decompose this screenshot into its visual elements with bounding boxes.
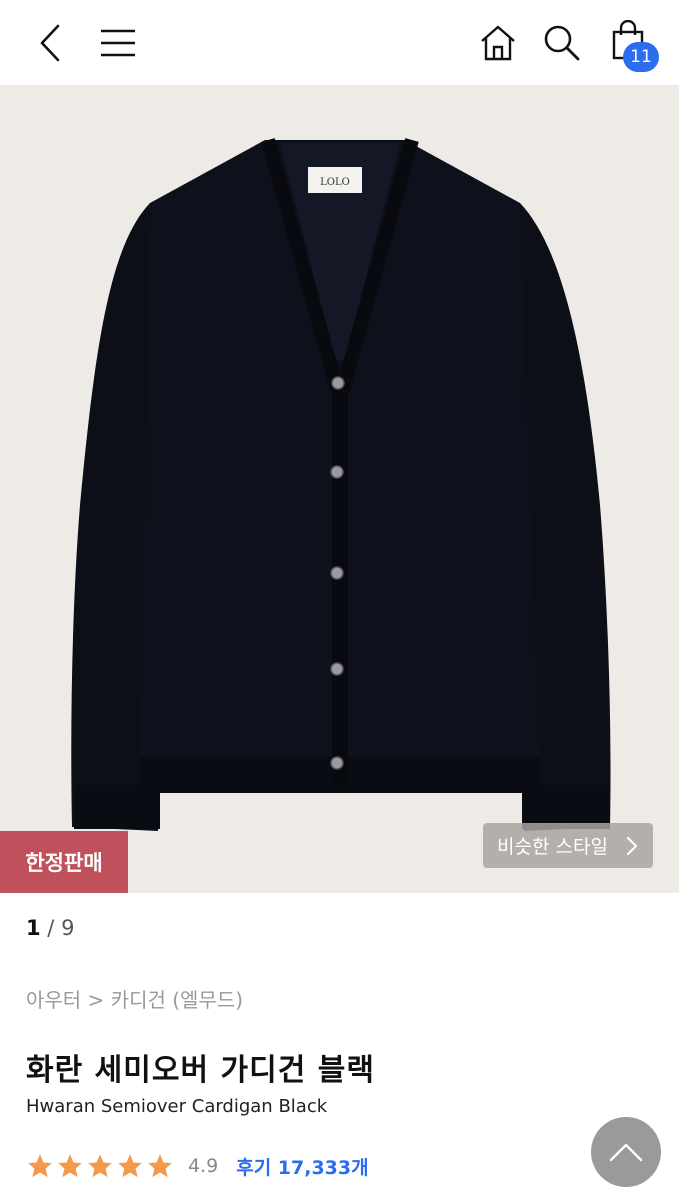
rating-row: 4.9 후기 17,333개 — [26, 1150, 369, 1182]
top-navigation-bar: 11 — [0, 0, 679, 85]
star-rating — [26, 1152, 174, 1180]
pager-current: 1 — [26, 916, 41, 940]
product-subtitle: Hwaran Semiover Cardigan Black — [26, 1096, 328, 1117]
review-count-link[interactable]: 후기 17,333개 — [236, 1153, 368, 1180]
cart-count-badge: 11 — [623, 42, 659, 72]
star-icon — [118, 1154, 142, 1178]
cardigan-button — [330, 465, 344, 479]
back-button[interactable] — [22, 0, 78, 85]
search-button[interactable] — [534, 0, 590, 85]
search-icon — [544, 25, 580, 60]
similar-style-label: 비슷한 스타일 — [497, 836, 608, 858]
rating-value: 4.9 — [188, 1155, 219, 1177]
chevron-up-icon — [609, 1143, 643, 1162]
cardigan-button — [330, 566, 344, 580]
scroll-to-top-button[interactable] — [591, 1117, 661, 1187]
product-image-carousel[interactable]: LOLO — [0, 85, 679, 893]
image-pager: 1 / 9 — [26, 916, 74, 940]
cardigan-button — [331, 376, 345, 390]
category-breadcrumb[interactable]: 아우터 > 카디건 (엘무드) — [26, 984, 243, 1013]
brand-label: LOLO — [320, 177, 350, 188]
pager-separator: / — [40, 916, 62, 940]
menu-button[interactable] — [90, 0, 146, 85]
chevron-left-icon — [40, 24, 60, 61]
cardigan-button — [330, 756, 344, 770]
cardigan-button — [330, 662, 344, 676]
product-title: 화란 세미오버 가디건 블랙 — [26, 1053, 375, 1088]
star-icon — [28, 1154, 52, 1178]
chevron-right-icon — [626, 836, 638, 855]
star-icon — [58, 1154, 82, 1178]
similar-style-button[interactable]: 비슷한 스타일 — [483, 823, 653, 868]
home-button[interactable] — [470, 0, 526, 85]
star-icon — [148, 1154, 172, 1178]
pager-total: 9 — [61, 916, 75, 940]
star-icon — [88, 1154, 112, 1178]
hamburger-icon — [101, 29, 135, 56]
product-image: LOLO — [71, 138, 611, 831]
limited-sale-badge: 한정판매 — [0, 831, 128, 893]
home-icon — [481, 25, 515, 60]
